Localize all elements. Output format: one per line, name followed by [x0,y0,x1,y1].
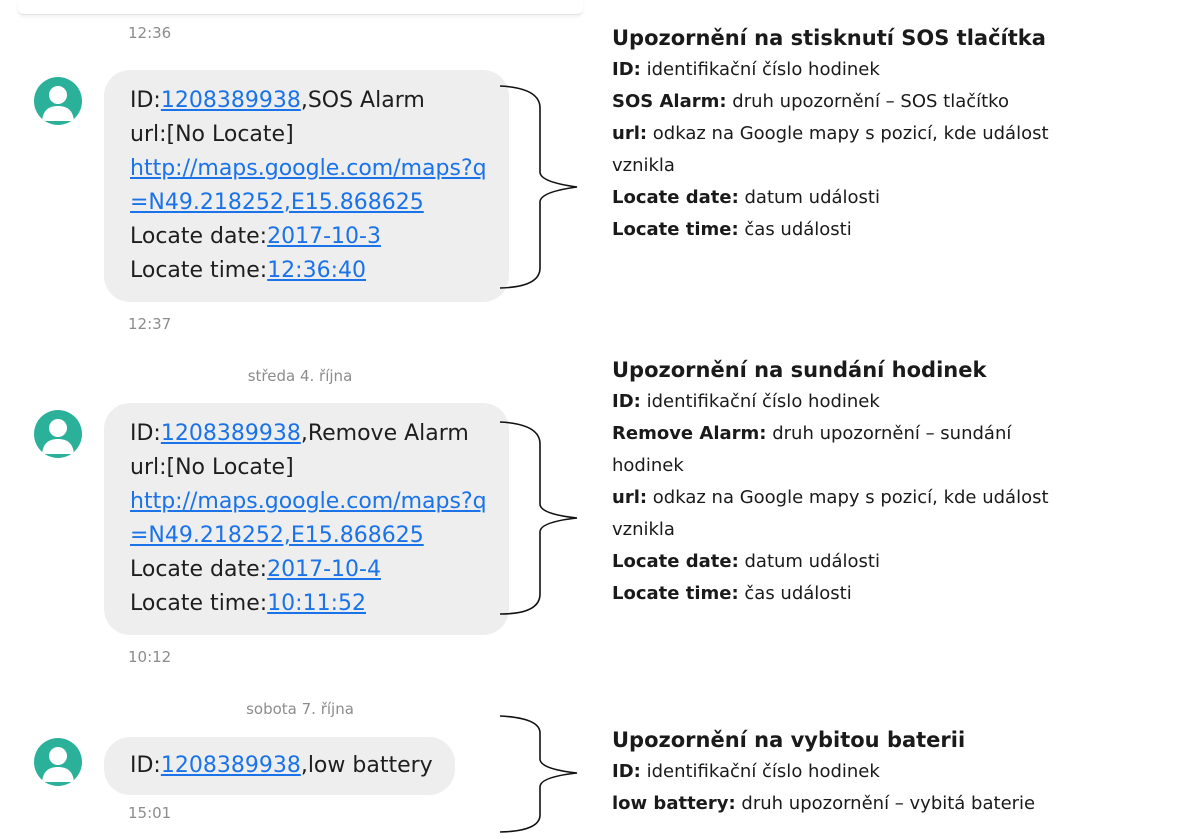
map-link-line-1[interactable]: http://maps.google.com/maps?q [130,485,487,519]
device-id-link[interactable]: 1208389938 [161,421,301,446]
alarm-type: ,low battery [300,753,433,778]
locate-time-link[interactable]: 12:36:40 [267,258,366,283]
url-label: url:[No Locate] [130,455,294,480]
locate-time-line: Locate time:10:11:52 [130,587,487,621]
locate-time-label: Locate time: [130,258,268,283]
device-id-link[interactable]: 1208389938 [161,753,301,778]
note-term: url: [612,123,648,144]
note-line: url: odkaz na Google mapy s pozicí, kde … [612,482,1180,514]
locate-time-link[interactable]: 10:11:52 [267,591,366,616]
note-line: Locate time: čas události [612,214,1180,246]
locate-time-label: Locate time: [130,591,268,616]
remove-explanation-section: Upozornění na sundání hodinek ID: identi… [612,354,1180,610]
note-term: ID: [612,761,641,782]
sos-explanation-section: Upozornění na stisknutí SOS tlačítka ID:… [612,22,1180,246]
note-line: Locate date: datum události [612,546,1180,578]
bracket-connector [499,715,578,833]
date-separator: středa 4. října [247,367,353,385]
bracket-connector [499,85,578,289]
note-term: Locate date: [612,551,739,572]
battery-explanation-section: Upozornění na vybitou baterii ID: identi… [612,724,1180,820]
note-desc: druh upozornění – vybitá baterie [735,793,1036,814]
map-link-line-2[interactable]: =N49.218252,E15.868625 [130,186,487,220]
section-heading: Upozornění na stisknutí SOS tlačítka [612,26,1046,50]
note-desc: odkaz na Google mapy s pozicí, kde událo… [647,123,1049,144]
locate-date-link[interactable]: 2017-10-3 [267,224,381,249]
note-term: Remove Alarm: [612,423,767,444]
note-line: Locate time: čas události [612,578,1180,610]
map-link-line-2[interactable]: =N49.218252,E15.868625 [130,519,487,553]
note-line-continuation: vznikla [612,155,675,176]
note-term: low battery: [612,793,736,814]
note-line: SOS Alarm: druh upozornění – SOS tlačítk… [612,86,1180,118]
map-link-line-1[interactable]: http://maps.google.com/maps?q [130,152,487,186]
note-term: url: [612,487,648,508]
sms-message-bubble[interactable]: ID:1208389938,SOS Alarm url:[No Locate] … [104,70,509,302]
sms-message-bubble[interactable]: ID:1208389938,Remove Alarm url:[No Locat… [104,403,509,635]
note-desc: datum události [738,187,881,208]
message-timestamp: 15:01 [128,804,172,822]
locate-time-line: Locate time:12:36:40 [130,254,487,288]
id-label: ID: [130,753,161,778]
note-line: ID: identifikační číslo hodinek [612,386,1180,418]
id-label: ID: [130,421,161,446]
note-desc: identifikační číslo hodinek [640,761,880,782]
alarm-type: ,Remove Alarm [300,421,469,446]
note-desc: identifikační číslo hodinek [640,391,880,412]
note-term: Locate time: [612,583,739,604]
note-desc: druh upozornění – SOS tlačítko [726,91,1009,112]
message-timestamp: 10:12 [128,648,172,666]
note-term: Locate time: [612,219,739,240]
device-id-link[interactable]: 1208389938 [161,88,301,113]
note-line: ID: identifikační číslo hodinek [612,54,1180,86]
note-line: Locate date: datum události [612,182,1180,214]
note-desc: datum události [738,551,881,572]
message-thread: 12:36 ID:1208389938,SOS Alarm url:[No Lo… [0,0,600,839]
note-line: ID: identifikační číslo hodinek [612,756,1180,788]
previous-message-edge [18,0,583,15]
locate-date-label: Locate date: [130,557,268,582]
alarm-type: ,SOS Alarm [300,88,425,113]
note-term: ID: [612,391,641,412]
message-timestamp: 12:37 [128,315,172,333]
note-desc: druh upozornění – sundání [766,423,1012,444]
note-desc: čas události [738,583,852,604]
note-desc: odkaz na Google mapy s pozicí, kde událo… [647,487,1049,508]
contact-avatar-icon[interactable] [34,410,82,458]
note-line-continuation: hodinek [612,455,684,476]
note-line: Remove Alarm: druh upozornění – sundání [612,418,1180,450]
contact-avatar-icon[interactable] [34,738,82,786]
bracket-connector [499,421,578,615]
note-desc: čas události [738,219,852,240]
sms-message-bubble[interactable]: ID:1208389938,low battery [104,737,455,795]
locate-date-link[interactable]: 2017-10-4 [267,557,381,582]
contact-avatar-icon[interactable] [34,77,82,125]
locate-date-line: Locate date:2017-10-4 [130,553,487,587]
message-id-line: ID:1208389938,SOS Alarm [130,84,487,118]
url-label: url:[No Locate] [130,122,294,147]
locate-date-label: Locate date: [130,224,268,249]
message-id-line: ID:1208389938,Remove Alarm [130,417,487,451]
message-timestamp: 12:36 [128,24,172,42]
note-line-continuation: vznikla [612,519,675,540]
section-heading: Upozornění na sundání hodinek [612,358,987,382]
note-term: ID: [612,59,641,80]
note-line: low battery: druh upozornění – vybitá ba… [612,788,1180,820]
note-line: url: odkaz na Google mapy s pozicí, kde … [612,118,1180,150]
locate-date-line: Locate date:2017-10-3 [130,220,487,254]
note-term: Locate date: [612,187,739,208]
section-heading: Upozornění na vybitou baterii [612,728,966,752]
message-id-line: ID:1208389938,low battery [130,749,433,783]
id-label: ID: [130,88,161,113]
note-term: SOS Alarm: [612,91,727,112]
note-desc: identifikační číslo hodinek [640,59,880,80]
